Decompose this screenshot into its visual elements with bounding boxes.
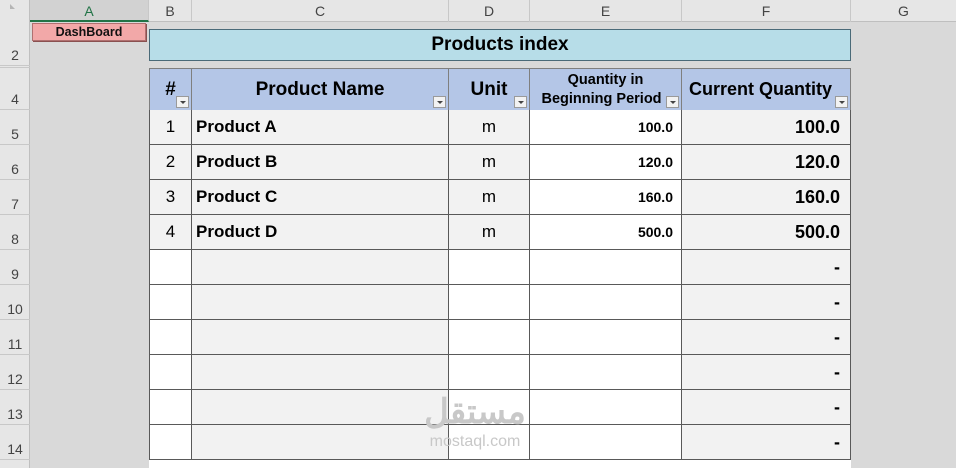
cell-unit[interactable] — [449, 250, 530, 285]
cell-beginning-quantity[interactable] — [530, 250, 682, 285]
header-current-quantity: Current Quantity — [682, 68, 851, 110]
cell-product-name[interactable] — [192, 355, 449, 390]
header-unit: Unit — [449, 68, 530, 110]
row-header-10[interactable]: 10 — [0, 285, 30, 320]
cell-current-quantity[interactable]: - — [682, 320, 851, 355]
table-row: - — [149, 285, 851, 320]
cell-unit[interactable] — [449, 355, 530, 390]
cell-unit[interactable]: m — [449, 110, 530, 145]
row-header-8[interactable]: 8 — [0, 215, 30, 250]
header-product-name-label: Product Name — [255, 78, 385, 100]
watermark-logo: مستقل — [424, 393, 526, 431]
cell-product-name[interactable] — [192, 285, 449, 320]
column-header-d[interactable]: D — [449, 0, 530, 22]
header-product-name: Product Name — [192, 68, 449, 110]
row-header-2[interactable]: 2 — [0, 22, 30, 66]
cell-product-name[interactable]: Product D — [192, 215, 449, 250]
cell-beginning-quantity[interactable]: 500.0 — [530, 215, 682, 250]
page-title: Products index — [149, 29, 851, 61]
column-a-area — [30, 22, 149, 468]
cell-beginning-quantity[interactable]: 100.0 — [530, 110, 682, 145]
cell-current-quantity[interactable]: - — [682, 285, 851, 320]
table-row: 2 Product B m 120.0 120.0 — [149, 145, 851, 180]
row-header-5[interactable]: 5 — [0, 110, 30, 145]
cell-number[interactable] — [149, 250, 192, 285]
cell-beginning-quantity[interactable] — [530, 390, 682, 425]
cell-current-quantity[interactable]: 100.0 — [682, 110, 851, 145]
row-header-4[interactable]: 4 — [0, 68, 30, 110]
row-header-9[interactable]: 9 — [0, 250, 30, 285]
column-g-area — [851, 22, 956, 468]
row-header-6[interactable]: 6 — [0, 145, 30, 180]
column-header-b[interactable]: B — [149, 0, 192, 22]
cell-beginning-quantity[interactable]: 120.0 — [530, 145, 682, 180]
filter-dropdown-icon[interactable] — [835, 96, 848, 108]
row-header-12[interactable]: 12 — [0, 355, 30, 390]
cell-number[interactable] — [149, 425, 192, 460]
cell-beginning-quantity[interactable] — [530, 285, 682, 320]
select-all-icon — [10, 4, 15, 9]
cell-unit[interactable]: m — [449, 180, 530, 215]
select-all-corner[interactable] — [0, 0, 30, 22]
column-header-a[interactable]: A — [30, 0, 149, 22]
table-row: - — [149, 320, 851, 355]
header-number: # — [149, 68, 192, 110]
column-header-f[interactable]: F — [682, 0, 851, 22]
header-beginning-line2: Beginning Period — [541, 90, 662, 107]
cell-unit[interactable]: m — [449, 145, 530, 180]
cell-product-name[interactable]: Product A — [192, 110, 449, 145]
cell-beginning-quantity[interactable] — [530, 425, 682, 460]
cell-number[interactable] — [149, 320, 192, 355]
cell-number[interactable]: 2 — [149, 145, 192, 180]
cell-number[interactable]: 1 — [149, 110, 192, 145]
cell-beginning-quantity[interactable] — [530, 355, 682, 390]
cell-current-quantity[interactable]: 160.0 — [682, 180, 851, 215]
cell-current-quantity[interactable]: - — [682, 390, 851, 425]
filter-dropdown-icon[interactable] — [433, 96, 446, 108]
header-current-quantity-label: Current Quantity — [689, 79, 833, 99]
row-header-11[interactable]: 11 — [0, 320, 30, 355]
column-header-g[interactable]: G — [851, 0, 956, 22]
cell-unit[interactable] — [449, 320, 530, 355]
column-header-e[interactable]: E — [530, 0, 682, 22]
dashboard-button[interactable]: DashBoard — [32, 23, 146, 41]
cell-current-quantity[interactable]: - — [682, 355, 851, 390]
table-row: 3 Product C m 160.0 160.0 — [149, 180, 851, 215]
row-header-7[interactable]: 7 — [0, 180, 30, 215]
filter-dropdown-icon[interactable] — [666, 96, 679, 108]
cell-product-name[interactable] — [192, 250, 449, 285]
cell-product-name[interactable]: Product B — [192, 145, 449, 180]
watermark-text: mostaql.com — [429, 433, 521, 450]
header-beginning-line1: Quantity in — [567, 71, 644, 88]
cell-number[interactable] — [149, 355, 192, 390]
header-unit-label: Unit — [470, 78, 508, 100]
cell-current-quantity[interactable]: - — [682, 425, 851, 460]
table-row: 4 Product D m 500.0 500.0 — [149, 215, 851, 250]
cell-current-quantity[interactable]: - — [682, 250, 851, 285]
table-row: - — [149, 355, 851, 390]
cell-number[interactable] — [149, 390, 192, 425]
filter-dropdown-icon[interactable] — [176, 96, 189, 108]
table-row: - — [149, 250, 851, 285]
cell-beginning-quantity[interactable]: 160.0 — [530, 180, 682, 215]
row-header-14[interactable]: 14 — [0, 425, 30, 460]
watermark: مستقل mostaql.com — [400, 392, 550, 462]
cell-unit[interactable]: m — [449, 215, 530, 250]
cell-unit[interactable] — [449, 285, 530, 320]
cell-number[interactable]: 3 — [149, 180, 192, 215]
column-header-c[interactable]: C — [192, 0, 449, 22]
cell-product-name[interactable] — [192, 320, 449, 355]
cell-beginning-quantity[interactable] — [530, 320, 682, 355]
cell-number[interactable] — [149, 285, 192, 320]
cell-current-quantity[interactable]: 120.0 — [682, 145, 851, 180]
header-number-label: # — [165, 78, 176, 100]
cell-current-quantity[interactable]: 500.0 — [682, 215, 851, 250]
cell-number[interactable]: 4 — [149, 215, 192, 250]
cell-product-name[interactable]: Product C — [192, 180, 449, 215]
table-row: 1 Product A m 100.0 100.0 — [149, 110, 851, 145]
filter-dropdown-icon[interactable] — [514, 96, 527, 108]
header-beginning-quantity: Quantity in Beginning Period — [530, 68, 682, 110]
row-header-13[interactable]: 13 — [0, 390, 30, 425]
